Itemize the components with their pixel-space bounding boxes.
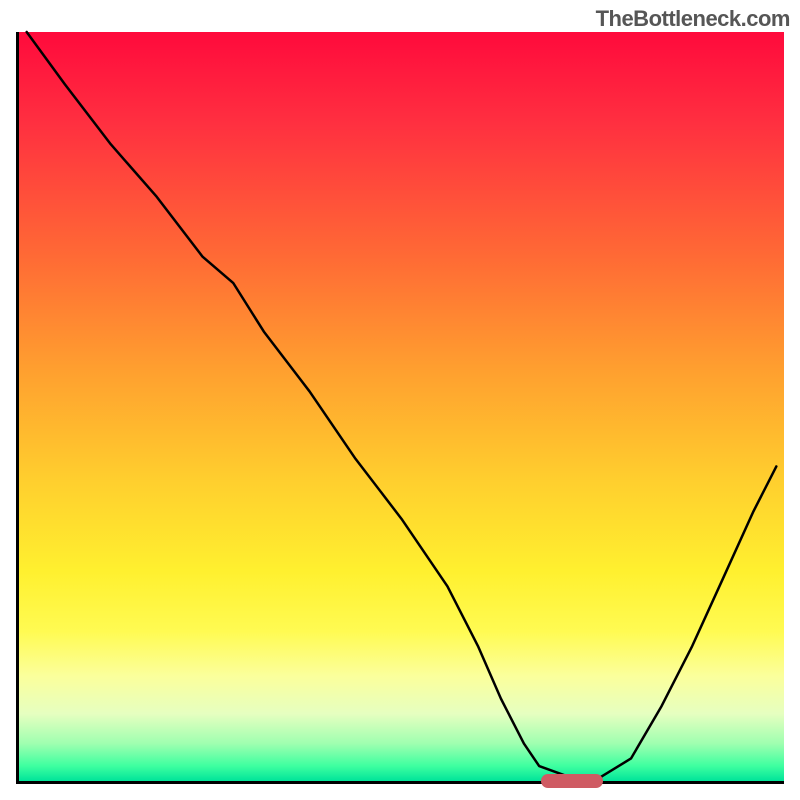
optimal-range-marker <box>541 774 602 788</box>
curve-overlay <box>19 32 784 781</box>
plot-area <box>16 32 784 784</box>
chart-frame: TheBottleneck.com <box>0 0 800 800</box>
watermark-text: TheBottleneck.com <box>596 6 790 32</box>
bottleneck-curve <box>27 32 777 777</box>
